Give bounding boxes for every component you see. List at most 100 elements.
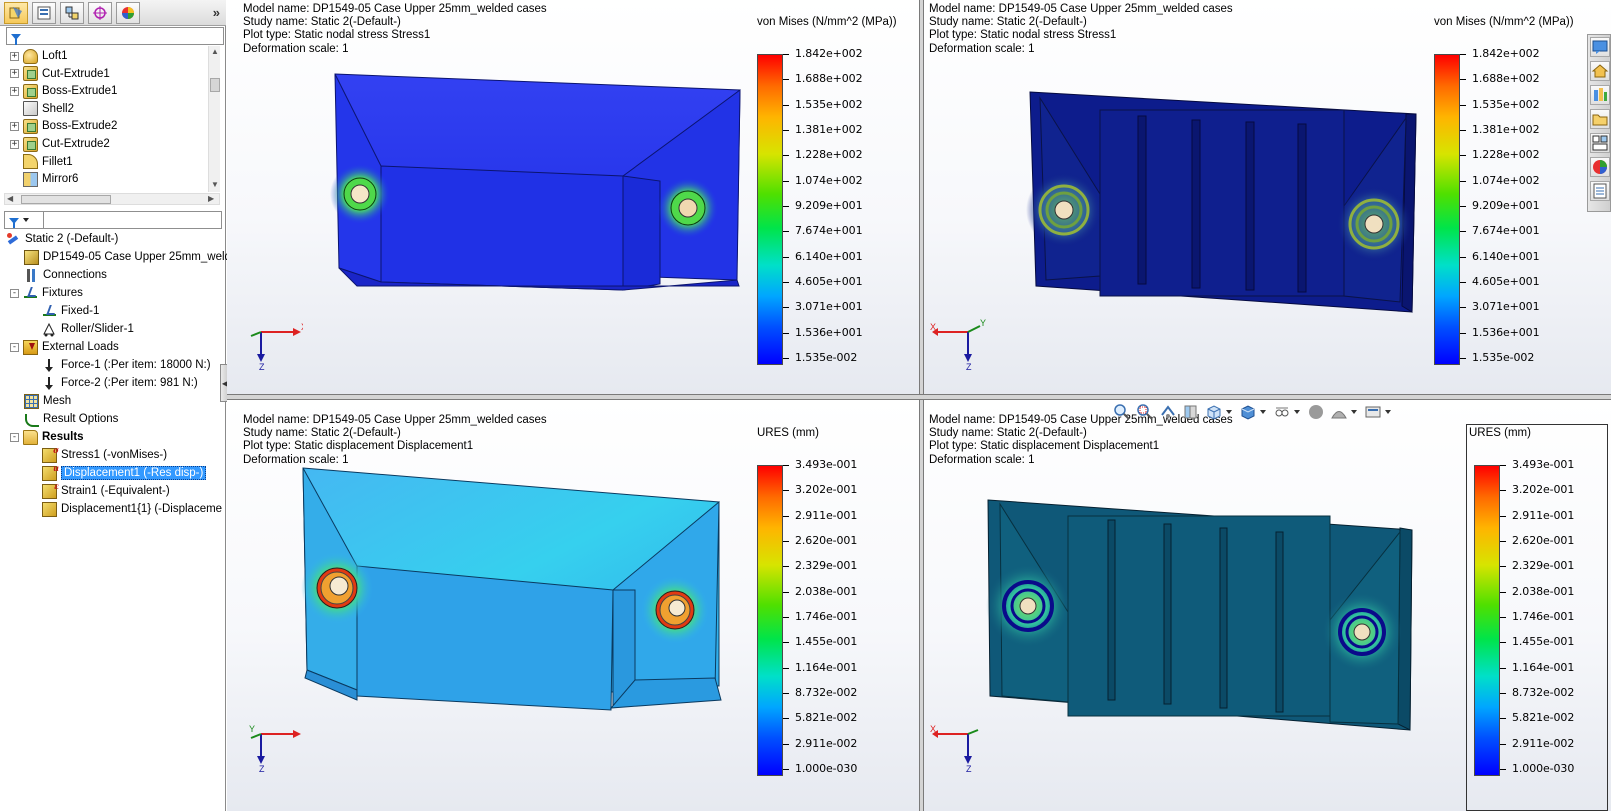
- feature-manager-tab[interactable]: [4, 2, 28, 24]
- tree-item-study[interactable]: Static 2 (-Default-): [6, 230, 118, 248]
- tree-item-connections[interactable]: Connections: [24, 266, 107, 284]
- boss-extrude-icon: [23, 118, 38, 134]
- study-filter-dropdown[interactable]: [4, 211, 44, 229]
- file-explorer-icon[interactable]: [1590, 109, 1610, 129]
- viewport-top-left[interactable]: Model name: DP1549-05 Case Upper 25mm_we…: [227, 0, 919, 394]
- feature-tree-item[interactable]: Fillet1: [10, 153, 73, 171]
- zoom-to-fit-icon[interactable]: [1113, 403, 1131, 421]
- tree-item-force2[interactable]: Force-2 (:Per item: 981 N:): [42, 374, 198, 392]
- expand-icon[interactable]: +: [10, 121, 19, 131]
- feature-tree-item[interactable]: + Cut-Extrude2: [10, 135, 110, 153]
- heads-up-view-toolbar: [1113, 400, 1413, 424]
- legend-value: 2.620e-001: [1512, 534, 1575, 547]
- legend-tick: [1500, 667, 1506, 669]
- part-icon: [24, 249, 39, 265]
- scroll-right-icon[interactable]: ▶: [208, 194, 214, 203]
- tree-item-displacement1-1[interactable]: Displacement1{1} (-Displaceme: [42, 500, 222, 518]
- viewport-bottom-left[interactable]: Model name: DP1549-05 Case Upper 25mm_we…: [227, 400, 919, 811]
- apply-scene-icon[interactable]: [1330, 403, 1348, 421]
- scroll-up-icon[interactable]: ▲: [211, 47, 219, 56]
- chevron-down-icon[interactable]: [1260, 410, 1266, 414]
- feature-tree-item[interactable]: + Cut-Extrude1: [10, 65, 110, 83]
- tree-item-roller[interactable]: Roller/Slider-1: [42, 320, 134, 338]
- legend-value: 1.381e+002: [1472, 123, 1540, 136]
- view-settings-icon[interactable]: [1364, 403, 1382, 421]
- configuration-manager-tab[interactable]: [60, 2, 84, 24]
- legend-tick: [783, 231, 789, 233]
- tree-item-part[interactable]: DP1549-05 Case Upper 25mm_weld: [24, 248, 231, 266]
- expand-icon[interactable]: +: [10, 69, 19, 79]
- tree-item-fixtures[interactable]: - Fixtures: [10, 284, 83, 302]
- appearances-icon[interactable]: [1590, 157, 1610, 177]
- previous-view-icon[interactable]: [1159, 403, 1177, 421]
- edit-appearance-icon[interactable]: [1307, 403, 1325, 421]
- displacement-legend[interactable]: URES (mm) 3.493e-001 3.202e-001 2.911e-001…: [1469, 427, 1611, 776]
- expand-icon[interactable]: +: [10, 86, 19, 96]
- legend-value: 2.911e-001: [1512, 508, 1575, 522]
- expand-icon[interactable]: +: [10, 51, 19, 61]
- dimxpert-manager-tab[interactable]: [88, 2, 112, 24]
- tree-item-label: Roller/Slider-1: [61, 323, 134, 335]
- expand-tabs-icon[interactable]: »: [213, 5, 220, 20]
- tree-item-force1[interactable]: Force-1 (:Per item: 18000 N:): [42, 356, 211, 374]
- section-view-icon[interactable]: [1182, 403, 1200, 421]
- hide-show-items-icon[interactable]: [1273, 403, 1291, 421]
- solidworks-resources-icon[interactable]: [1590, 37, 1610, 57]
- scroll-down-icon[interactable]: ▼: [211, 180, 219, 189]
- tree-item-stress1[interactable]: σ Stress1 (-vonMises-): [42, 445, 167, 464]
- tree-item-mesh[interactable]: Mesh: [24, 392, 71, 410]
- collapse-icon[interactable]: -: [10, 432, 19, 442]
- feature-tree-item[interactable]: Mirror6: [10, 170, 78, 188]
- display-style-icon[interactable]: [1239, 403, 1257, 421]
- feature-tree-item[interactable]: + Loft1: [10, 47, 68, 65]
- filter-icon: [9, 218, 19, 229]
- tree-item-fixed[interactable]: Fixed-1: [42, 302, 99, 320]
- feature-tree-item[interactable]: + Boss-Extrude1: [10, 82, 117, 100]
- tree-item-external-loads[interactable]: - External Loads: [10, 338, 119, 356]
- collapse-icon[interactable]: -: [10, 342, 19, 352]
- view-orientation-icon[interactable]: [1205, 403, 1223, 421]
- chevron-down-icon[interactable]: [1351, 410, 1357, 414]
- tree-item-result-options[interactable]: Result Options: [24, 410, 118, 428]
- tree-item-results[interactable]: - Results: [10, 428, 84, 446]
- tree-item-label: External Loads: [42, 341, 119, 353]
- scroll-left-icon[interactable]: ◀: [7, 194, 13, 203]
- feature-tree-item-label: Cut-Extrude1: [42, 67, 110, 80]
- property-manager-tab[interactable]: [32, 2, 56, 24]
- legend-tick: [783, 206, 789, 207]
- legend-tick: [1460, 180, 1466, 182]
- triad-z-label: Z: [966, 764, 972, 772]
- feature-tree-vscrollbar[interactable]: ▲ ▼: [208, 46, 220, 192]
- expand-icon[interactable]: +: [10, 139, 19, 149]
- tree-item-displacement1[interactable]: u Displacement1 (-Res disp-): [42, 463, 207, 482]
- feature-filter-input[interactable]: [6, 27, 224, 45]
- stress-legend: von Mises (N/mm^2 (MPa)) 1.842e+002 1.688…: [1434, 16, 1604, 365]
- chevron-down-icon[interactable]: [1294, 410, 1300, 414]
- viewport-bottom-right[interactable]: Model name: DP1549-05 Case Upper 25mm_we…: [924, 400, 1611, 811]
- feature-tree-item[interactable]: + Boss-Extrude2: [10, 117, 117, 135]
- home-icon[interactable]: [1590, 61, 1610, 81]
- display-manager-tab[interactable]: [116, 2, 140, 24]
- hscroll-thumb[interactable]: [21, 195, 111, 204]
- legend-tick: [1460, 155, 1466, 157]
- design-library-icon[interactable]: [1590, 85, 1610, 105]
- chevron-down-icon[interactable]: [1226, 410, 1232, 414]
- chevron-down-icon[interactable]: [1385, 410, 1391, 414]
- legend-tick: [783, 718, 789, 720]
- axis-triad: X Z: [250, 322, 303, 370]
- scroll-thumb[interactable]: [210, 78, 220, 92]
- viewport-top-right[interactable]: Model name: DP1549-05 Case Upper 25mm_we…: [924, 0, 1611, 394]
- legend-tick: [783, 693, 789, 694]
- custom-properties-icon[interactable]: [1590, 181, 1610, 201]
- legend-tick: [1500, 490, 1506, 492]
- legend-tick: [1460, 307, 1466, 309]
- tree-item-strain1[interactable]: ε Strain1 (-Equivalent-): [42, 481, 170, 500]
- legend-value: 2.911e-002: [795, 736, 858, 750]
- zoom-to-area-icon[interactable]: [1136, 403, 1154, 421]
- legend-tick: [783, 180, 789, 182]
- collapse-icon[interactable]: -: [10, 288, 19, 298]
- view-palette-icon[interactable]: [1590, 133, 1610, 153]
- feature-tree-item[interactable]: Shell2: [10, 100, 74, 118]
- legend-value: 5.821e-002: [1512, 711, 1575, 725]
- feature-tree-hscrollbar[interactable]: ◀ ▶: [4, 193, 220, 205]
